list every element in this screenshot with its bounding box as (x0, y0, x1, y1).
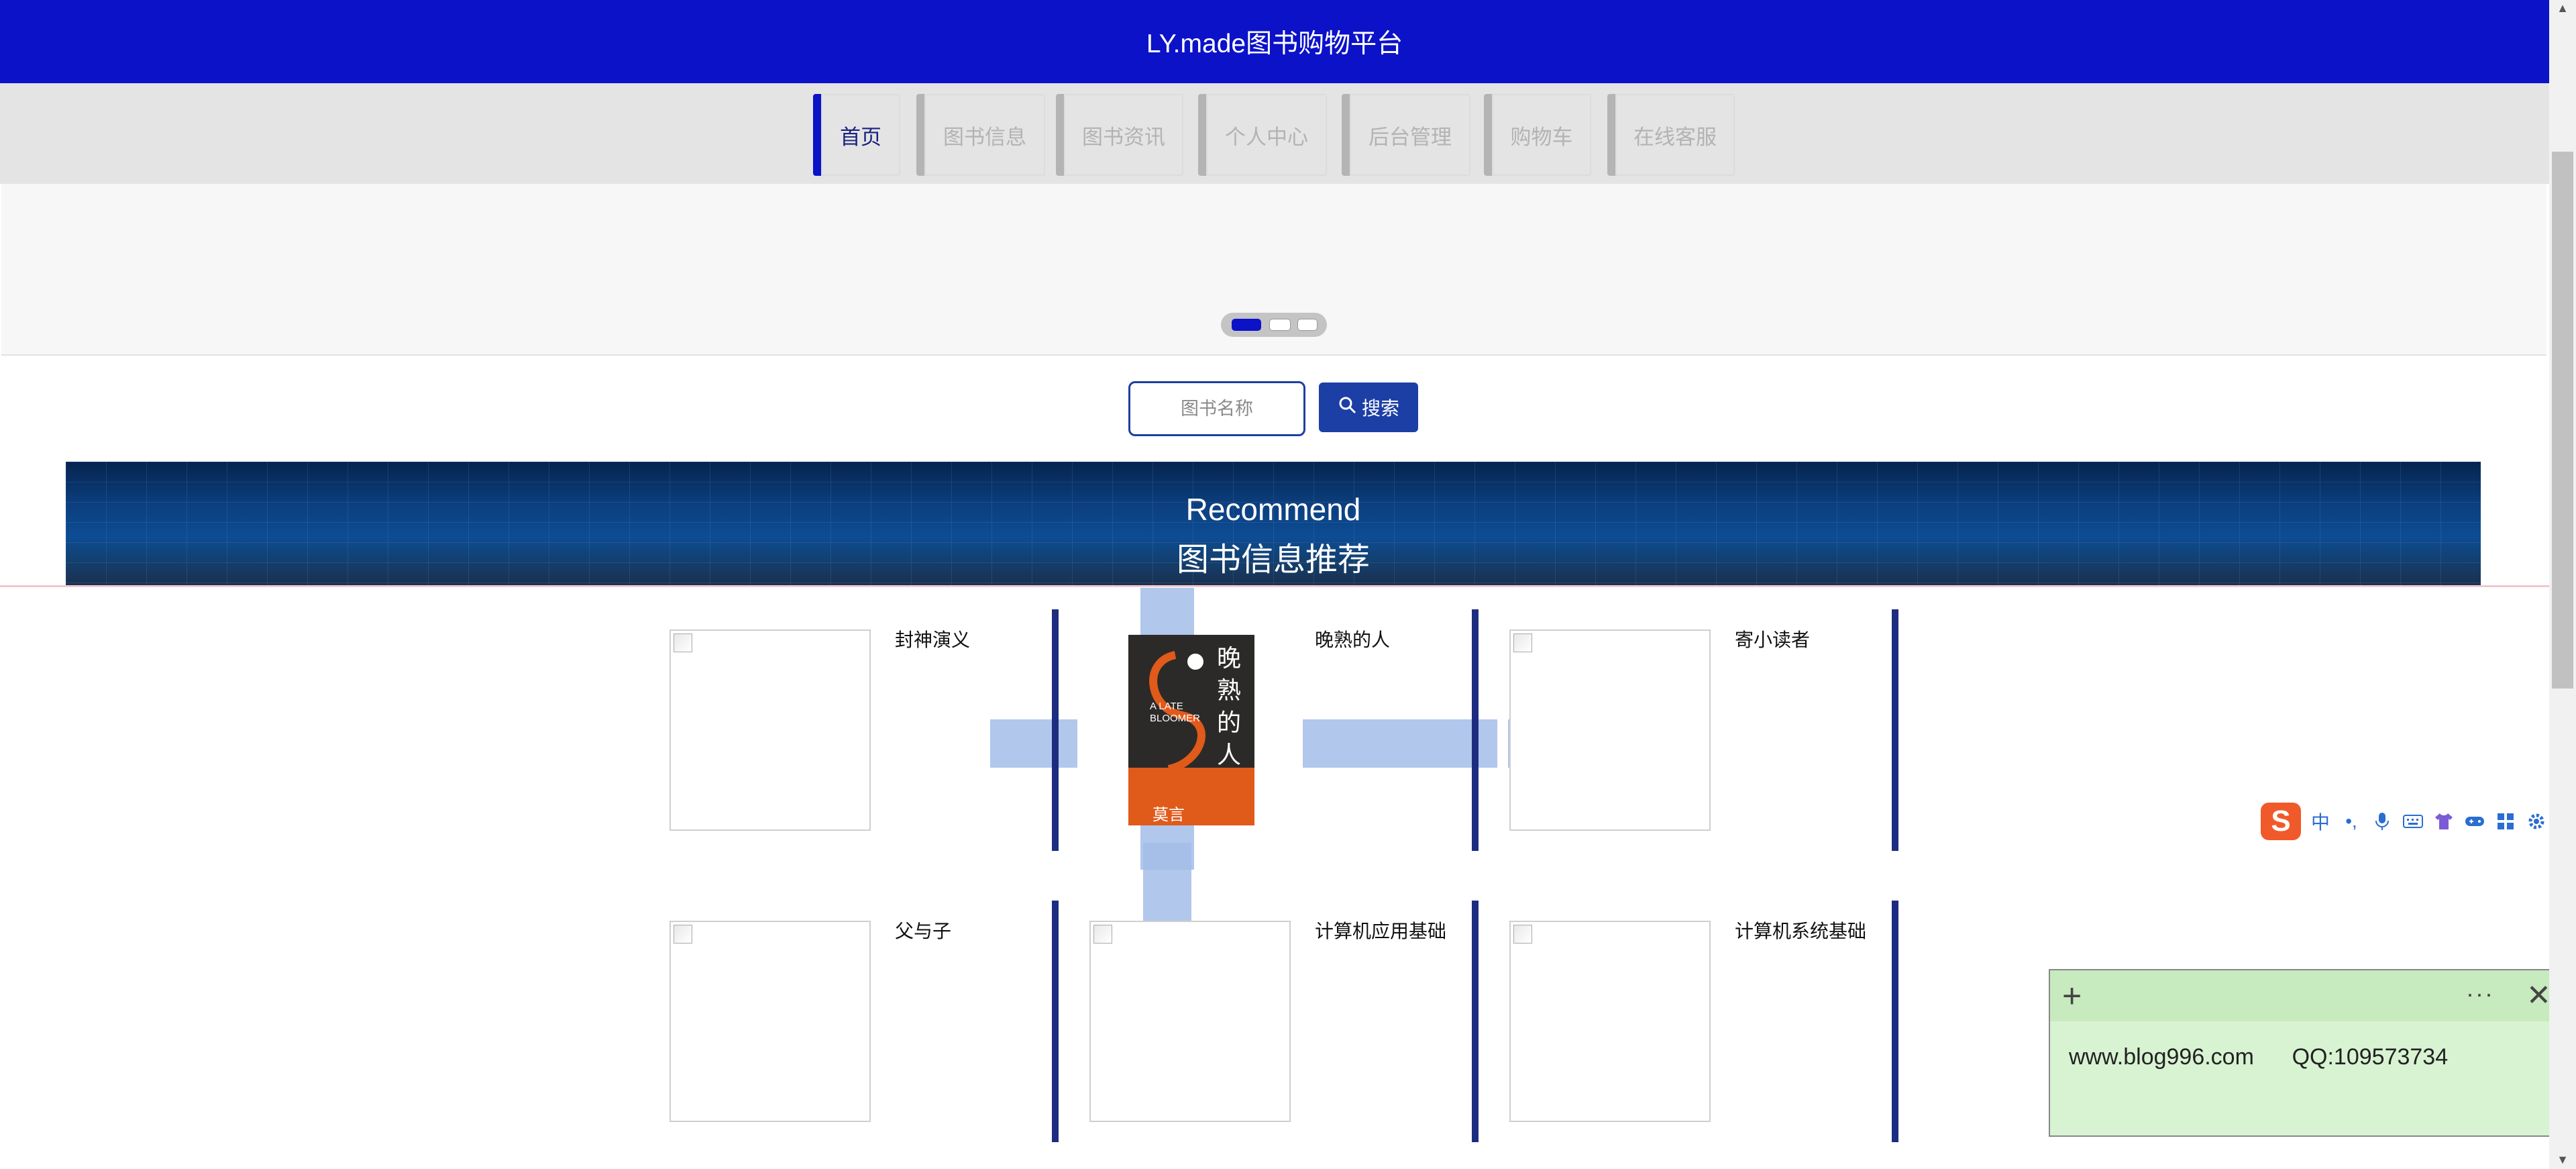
book-card[interactable]: 计算机系统基础 (1509, 901, 1919, 1142)
book-card[interactable]: 寄小读者 (1509, 609, 1919, 851)
book-name[interactable]: 父与子 (895, 917, 951, 944)
nav-item-admin[interactable]: 后台管理 (1342, 94, 1470, 176)
broken-image-icon (674, 925, 692, 944)
book-name[interactable]: 计算机系统基础 (1735, 917, 1866, 944)
book-name[interactable]: 计算机应用基础 (1315, 917, 1446, 944)
cover-title: 晚熟的人 (1217, 645, 1242, 769)
add-note-icon[interactable]: + (2062, 979, 2082, 1013)
card-divider (1892, 609, 1898, 851)
sogou-logo-icon[interactable]: S (2261, 803, 2301, 840)
broken-image-icon (1093, 925, 1112, 944)
book-name[interactable]: 寄小读者 (1735, 625, 1810, 652)
nav-item-profile[interactable]: 个人中心 (1198, 94, 1327, 176)
carousel-dot[interactable] (1232, 319, 1261, 331)
search-icon (1338, 395, 1358, 420)
broken-image-icon (1513, 633, 1532, 652)
nav-item-label: 图书信息 (943, 125, 1026, 149)
cover-band (1128, 768, 1254, 825)
punctuation-icon[interactable]: •, (2340, 810, 2363, 833)
keyboard-icon[interactable] (2402, 810, 2424, 833)
carousel-indicators (1221, 313, 1327, 337)
book-image[interactable] (1509, 921, 1711, 1122)
recommend-banner: Recommend 图书信息推荐 (66, 462, 2481, 587)
nav-item-home[interactable]: 首页 (813, 94, 900, 176)
scrollbar-thumb[interactable] (2552, 152, 2573, 689)
nav-item-label: 个人中心 (1225, 125, 1308, 149)
cover-subtitle: A LATE BLOOMER (1150, 701, 1201, 724)
recommend-title-en: Recommend (1185, 492, 1361, 527)
site-header: LY.made图书购物平台 (0, 0, 2549, 83)
scroll-up-icon[interactable]: ▲ (2555, 1, 2571, 15)
nav-item-label: 后台管理 (1368, 125, 1452, 149)
toolbox-icon[interactable] (2494, 810, 2517, 833)
nav-item-label: 首页 (840, 125, 881, 149)
site-title: LY.made图书购物平台 (1146, 30, 1403, 58)
nav-item-label: 在线客服 (1633, 125, 1717, 149)
cover-author: 莫言 (1152, 805, 1185, 824)
broken-image-icon (1513, 925, 1532, 944)
book-image[interactable] (1509, 629, 1711, 831)
card-divider (1892, 901, 1898, 1142)
ime-mode-icon[interactable]: 中 (2309, 810, 2332, 833)
card-divider (1472, 901, 1479, 1142)
main-nav: 首页 图书信息 图书资讯 个人中心 后台管理 购物车 在线客服 (0, 83, 2549, 184)
card-divider (1052, 609, 1059, 851)
settings-gear-icon[interactable] (2525, 810, 2548, 833)
scroll-down-icon[interactable]: ▼ (2555, 1153, 2571, 1166)
search-input[interactable] (1128, 381, 1305, 436)
book-image[interactable] (1089, 921, 1291, 1122)
nav-item-book-news[interactable]: 图书资讯 (1056, 94, 1183, 176)
sticky-note-text[interactable]: www.blog996.com QQ:109573734 (2069, 1044, 2448, 1070)
carousel-dot[interactable] (1269, 319, 1291, 331)
nav-item-label: 购物车 (1510, 125, 1573, 149)
book-card[interactable]: 计算机应用基础 (1089, 901, 1499, 1142)
book-image[interactable] (669, 629, 871, 831)
book-cover-image[interactable]: 晚熟的人 A LATE BLOOMER 莫言 (1128, 635, 1254, 825)
book-name[interactable]: 晚熟的人 (1315, 625, 1390, 652)
more-options-icon[interactable]: ··· (2466, 980, 2494, 1008)
microphone-icon[interactable] (2371, 810, 2394, 833)
nav-item-label: 图书资讯 (1082, 125, 1165, 149)
book-image[interactable] (669, 921, 871, 1122)
game-icon[interactable] (2463, 810, 2486, 833)
recommend-title-zh: 图书信息推荐 (1176, 542, 1370, 578)
book-name[interactable]: 封神演义 (895, 625, 970, 652)
section-divider (0, 585, 2549, 587)
nav-item-support[interactable]: 在线客服 (1607, 94, 1735, 176)
sticky-note-window[interactable]: + ··· ✕ www.blog996.com QQ:109573734 (2049, 969, 2564, 1137)
nav-item-book-info[interactable]: 图书信息 (916, 94, 1045, 176)
search-button-label: 搜索 (1361, 398, 1399, 419)
broken-image-icon (674, 633, 692, 652)
nav-item-cart[interactable]: 购物车 (1484, 94, 1591, 176)
card-divider (1472, 609, 1479, 851)
book-card[interactable]: 封神演义 (669, 609, 1079, 851)
close-icon[interactable]: ✕ (2526, 978, 2551, 1013)
book-card[interactable]: 父与子 (669, 901, 1079, 1142)
card-divider (1052, 901, 1059, 1142)
skin-icon[interactable] (2432, 810, 2455, 833)
search-button[interactable]: 搜索 (1319, 383, 1418, 432)
ime-toolbar: S 中 •, (2261, 799, 2549, 844)
carousel-dot[interactable] (1297, 319, 1318, 331)
